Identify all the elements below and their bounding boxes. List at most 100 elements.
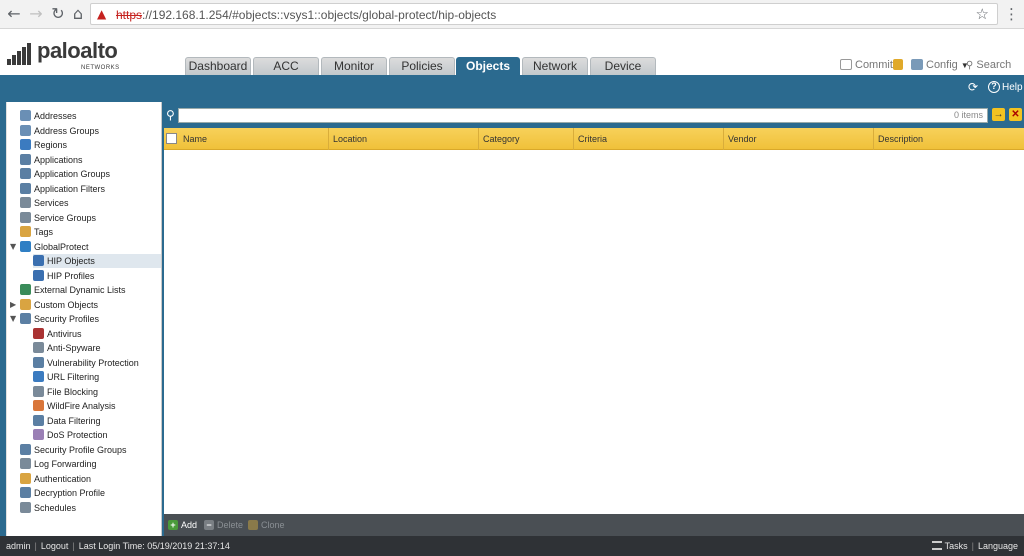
tab-objects[interactable]: Objects [456,57,520,75]
sidebar-item-log-forwarding[interactable]: Log Forwarding [20,457,161,471]
bookmark-star-icon[interactable]: ☆ [976,5,989,23]
address-icon [20,110,31,121]
sidebar-item-label: Applications [34,154,83,165]
sidebar-item-label: Vulnerability Protection [47,357,139,368]
sidebar-item-wildfire-analysis[interactable]: WildFire Analysis [33,399,161,413]
security-profile-group-icon [20,443,31,455]
help-icon[interactable]: ? [988,81,1000,93]
sidebar-item-tags[interactable]: Tags [20,225,161,239]
sidebar-item-external-dynamic-lists[interactable]: External Dynamic Lists [20,283,161,297]
refresh-icon[interactable]: ⟳ [968,81,980,93]
column-description[interactable]: Description [874,128,1024,150]
filter-icon [20,182,31,194]
service-group-icon [20,211,31,223]
item-count: 0 items [953,110,983,120]
sidebar-item-regions[interactable]: Regions [20,138,161,152]
home-icon[interactable]: ⌂ [68,4,88,24]
sidebar-item-label: Custom Objects [34,299,99,310]
sidebar-item-file-blocking[interactable]: File Blocking [33,385,161,399]
sidebar-item-globalprotect[interactable]: ▼ GlobalProtect [10,240,161,254]
tab-monitor[interactable]: Monitor [321,57,387,75]
forward-icon[interactable]: → [26,4,46,24]
dos-protection-icon [33,429,44,440]
logout-link[interactable]: Logout [41,541,69,551]
reload-icon[interactable]: ↻ [48,4,68,24]
schedule-icon [20,501,31,513]
back-icon[interactable]: ← [4,4,24,24]
tag-icon [20,226,31,237]
search-button[interactable]: ⚲ Search [966,59,1011,71]
tab-network[interactable]: Network [522,57,588,75]
sidebar-item-url-filtering[interactable]: URL Filtering [33,370,161,384]
address-bar[interactable]: ▲ https://192.168.1.254/#objects::vsys1:… [90,3,998,25]
lock-button[interactable] [893,59,906,71]
sidebar-item-label: Authentication [34,473,92,484]
globe-icon [20,139,31,150]
tasks-link[interactable]: Tasks [945,541,968,551]
help-label[interactable]: Help [1002,82,1023,93]
sidebar-item-label: Data Filtering [47,415,101,426]
collapse-arrow-icon[interactable]: ▶ [10,298,16,312]
not-secure-warning-icon[interactable]: ▲ [97,7,106,21]
sidebar-item-antivirus[interactable]: Antivirus [33,327,161,341]
column-category[interactable]: Category [479,128,574,150]
search-label: Search [976,59,1012,71]
browser-menu-icon[interactable]: ⋮ [1004,5,1019,23]
expand-arrow-icon[interactable]: ▼ [10,312,16,326]
sidebar-item-custom-objects[interactable]: ▶ Custom Objects [10,298,161,312]
column-vendor[interactable]: Vendor [724,128,874,150]
url-scheme: https [116,8,143,22]
application-group-icon [20,168,31,179]
sidebar-item-hip-objects[interactable]: HIP Objects [33,254,161,268]
sidebar-item-security-profile-groups[interactable]: Security Profile Groups [20,443,161,457]
config-icon [911,59,923,70]
sidebar-item-hip-profiles[interactable]: HIP Profiles [33,269,161,283]
sidebar-item-label: Security Profiles [34,314,100,324]
filter-bar: ⚲ 0 items → ✕ [164,102,1024,128]
sidebar-item-data-filtering[interactable]: Data Filtering [33,414,161,428]
sidebar-item-label: External Dynamic Lists [34,285,126,295]
clear-filter-button[interactable]: ✕ [1009,108,1022,121]
url-filtering-icon [33,371,44,382]
column-criteria[interactable]: Criteria [574,128,724,150]
filter-search-icon: ⚲ [166,108,175,122]
sidebar-item-authentication[interactable]: Authentication [20,472,161,486]
sidebar-item-applications[interactable]: Applications [20,153,161,167]
logo-wordmark: paloalto [37,38,118,63]
apply-filter-button[interactable]: → [992,108,1005,121]
sidebar-item-application-filters[interactable]: Application Filters [20,182,161,196]
column-name[interactable]: Name [179,128,329,150]
sidebar-item-security-profiles[interactable]: ▼ Security Profiles [10,312,161,326]
config-dropdown[interactable]: Config ▼ [911,59,969,71]
status-user: admin [6,541,31,551]
filter-input[interactable]: 0 items [178,108,988,123]
sidebar-item-address-groups[interactable]: Address Groups [20,124,161,138]
commit-button[interactable]: Commit [840,59,893,71]
select-all-checkbox[interactable] [166,133,177,144]
sidebar-item-application-groups[interactable]: Application Groups [20,167,161,181]
tab-dashboard[interactable]: Dashboard [185,57,251,75]
sidebar-item-services[interactable]: Services [20,196,161,210]
tab-device[interactable]: Device [590,57,656,75]
logo-subtext: NETWORKS [81,65,120,71]
expand-arrow-icon[interactable]: ▼ [10,240,16,254]
clone-icon [248,520,258,530]
sidebar-item-label: Application Filters [34,183,106,194]
sidebar-item-decryption-profile[interactable]: Decryption Profile [20,486,161,500]
sidebar-item-label: Security Profile Groups [34,444,127,455]
sidebar-item-anti-spyware[interactable]: Anti-Spyware [33,341,161,355]
antivirus-icon [33,327,44,339]
language-link[interactable]: Language [978,541,1018,551]
sidebar-item-vulnerability-protection[interactable]: Vulnerability Protection [33,356,161,370]
sidebar-item-schedules[interactable]: Schedules [20,501,161,515]
tab-acc[interactable]: ACC [253,57,319,75]
sidebar-item-label: Log Forwarding [34,459,97,469]
column-location[interactable]: Location [329,128,479,150]
tab-policies[interactable]: Policies [389,57,455,75]
sidebar-item-service-groups[interactable]: Service Groups [20,211,161,225]
sidebar-item-label: WildFire Analysis [47,401,116,411]
delete-label: Delete [217,520,244,530]
sidebar-item-dos-protection[interactable]: DoS Protection [33,428,161,442]
sidebar-item-label: Decryption Profile [34,488,106,498]
sidebar-item-addresses[interactable]: Addresses [20,109,161,123]
